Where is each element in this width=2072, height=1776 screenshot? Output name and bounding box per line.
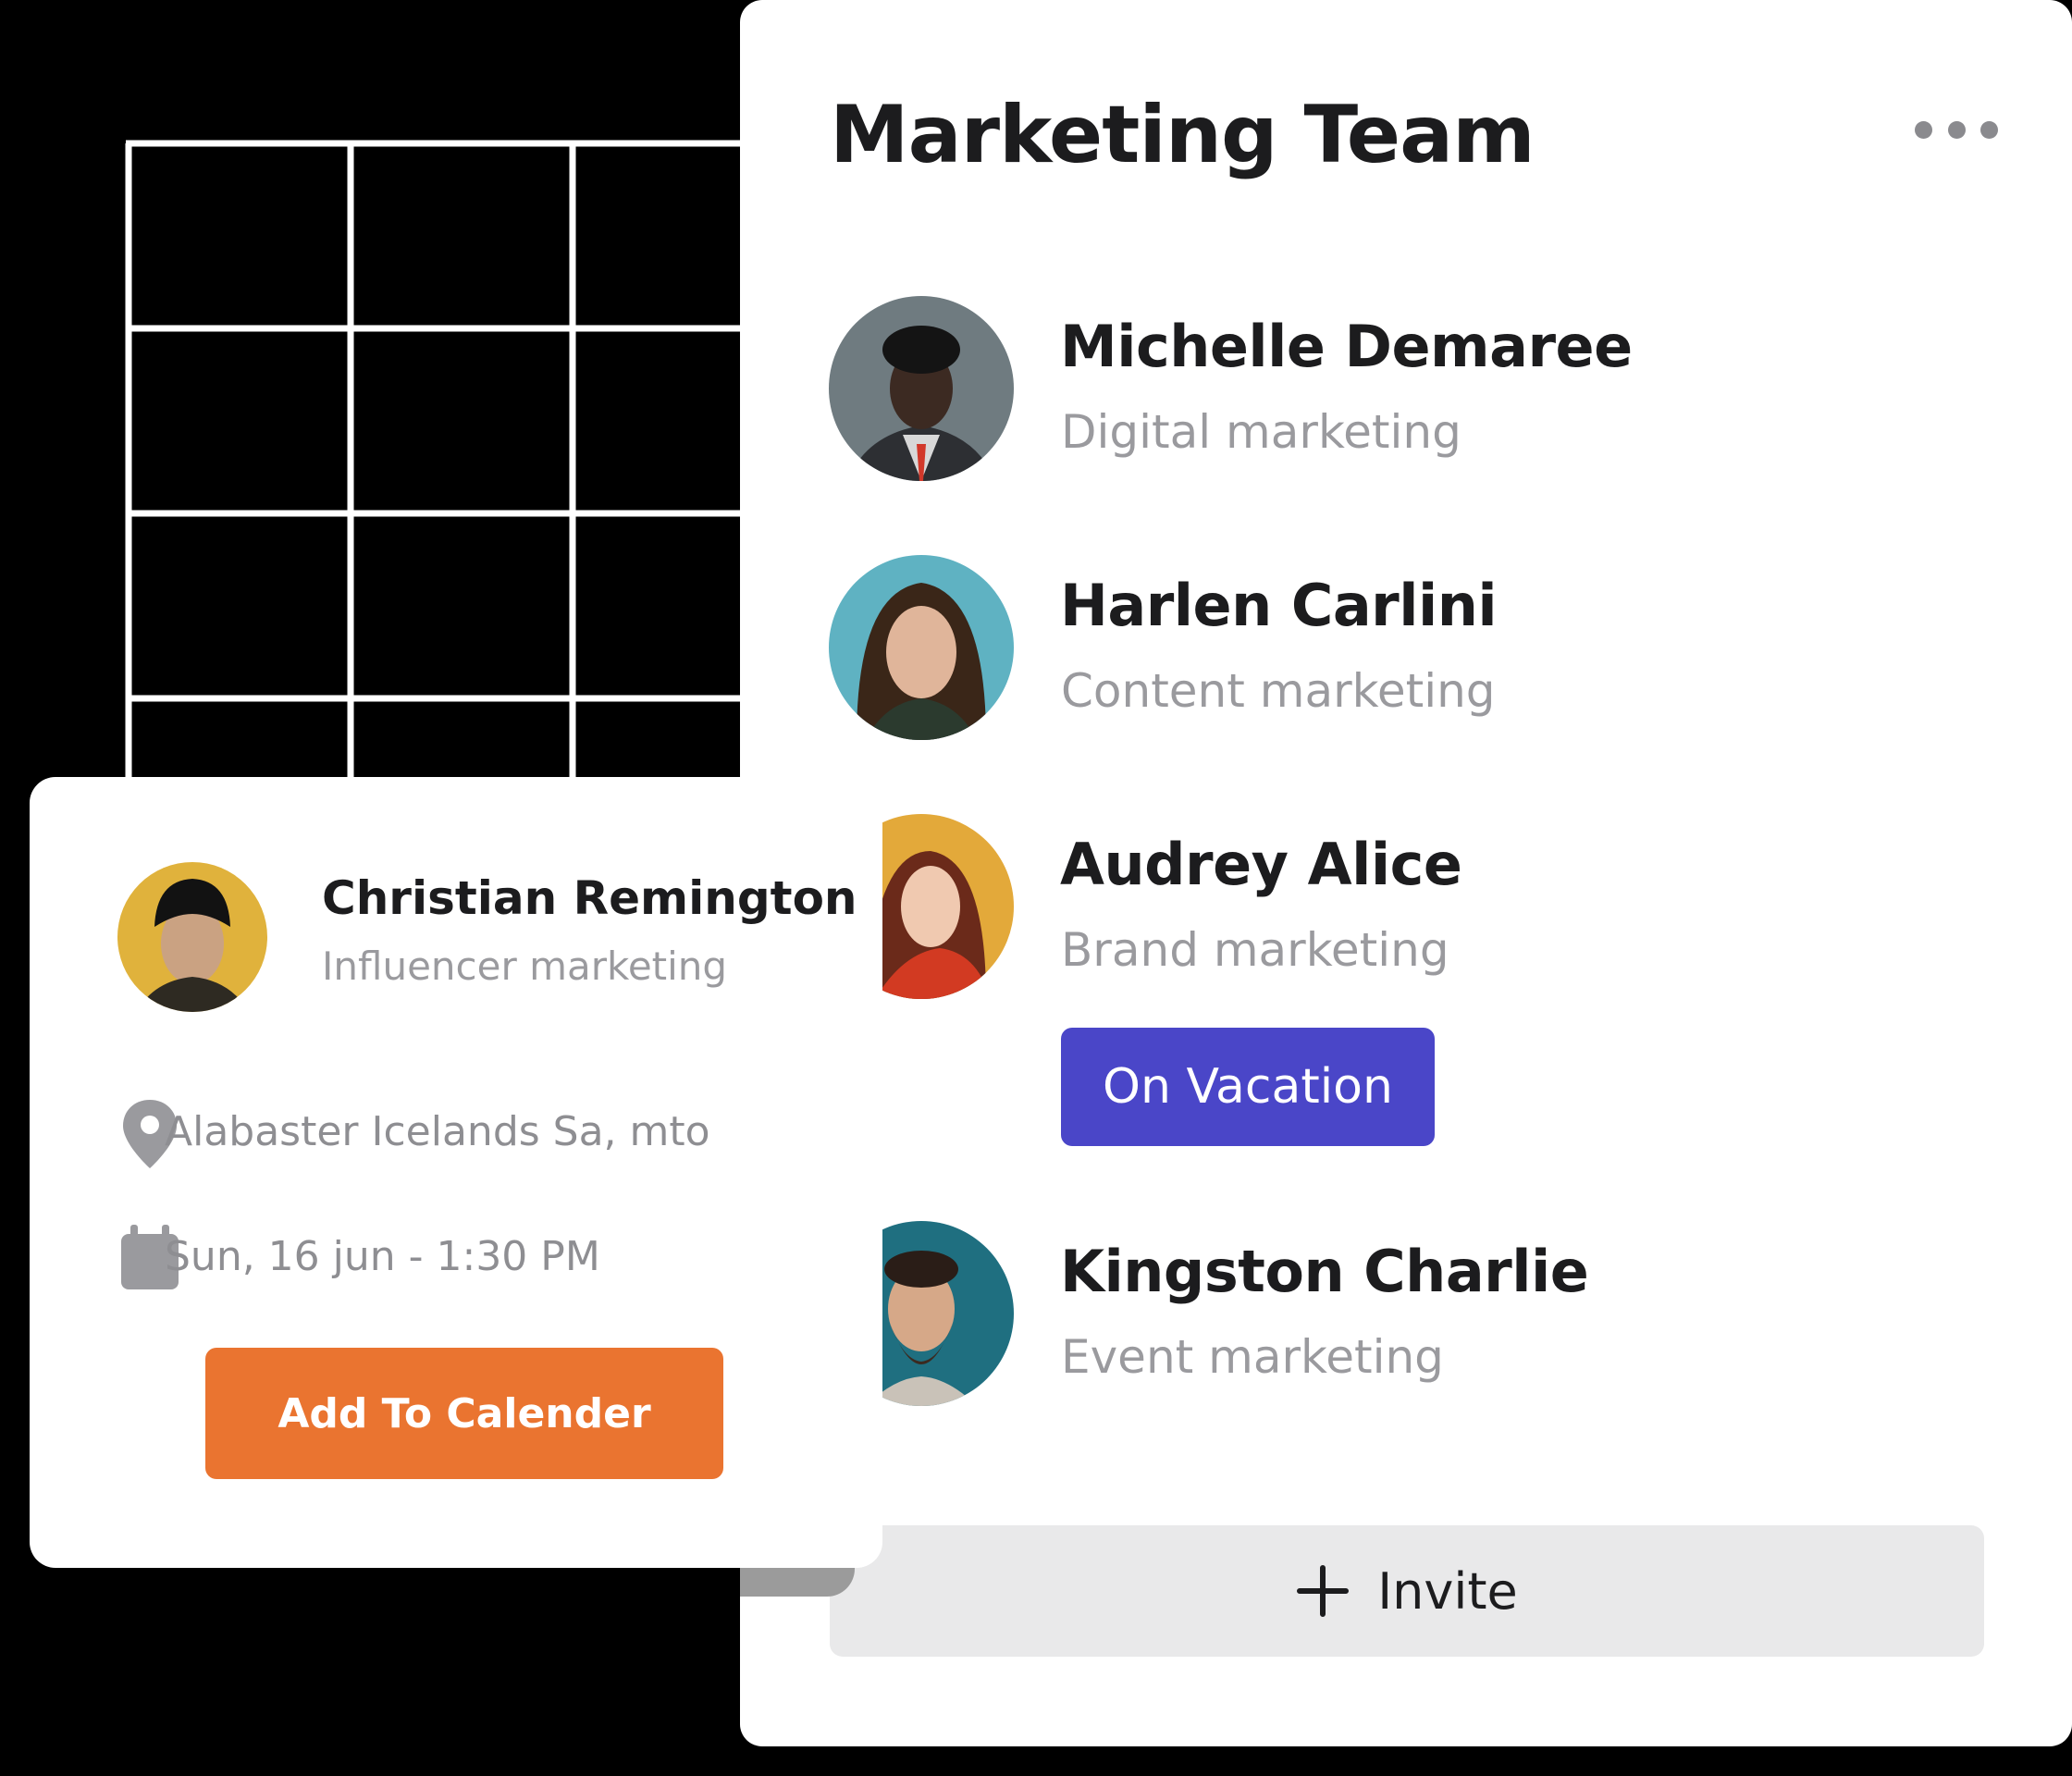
status-badge: On Vacation	[1061, 1028, 1435, 1146]
member-row[interactable]: Audrey Alice Brand marketing	[740, 814, 2072, 1018]
avatar	[829, 555, 1014, 740]
member-row[interactable]: Harlen Carlini Content marketing	[740, 555, 2072, 758]
member-role: Brand marketing	[1061, 923, 1449, 977]
plus-icon	[1297, 1565, 1350, 1617]
invite-label: Invite	[1377, 1561, 1518, 1621]
member-role: Event marketing	[1061, 1330, 1444, 1384]
member-name: Harlen Carlini	[1060, 572, 1498, 639]
team-panel: Marketing Team Michelle Demaree Digital …	[740, 0, 2072, 1746]
event-person-name: Christian Remington	[322, 871, 857, 925]
member-role: Content marketing	[1061, 664, 1496, 718]
event-card: Christian Remington Influencer marketing…	[30, 777, 882, 1568]
datetime-text: Sun, 16 jun - 1:30 PM	[165, 1233, 600, 1280]
member-row[interactable]: Michelle Demaree Digital marketing	[740, 296, 2072, 500]
member-name: Kingston Charlie	[1060, 1238, 1589, 1305]
member-name: Michelle Demaree	[1060, 313, 1633, 380]
invite-button[interactable]: Invite	[830, 1525, 1984, 1657]
member-row[interactable]: Kingston Charlie Event marketing	[740, 1221, 2072, 1424]
location-text: Alabaster Icelands Sa, mto	[165, 1108, 710, 1155]
team-title: Marketing Team	[830, 89, 1536, 181]
more-options-icon[interactable]	[1915, 111, 1998, 148]
event-person-role: Influencer marketing	[322, 944, 728, 989]
avatar	[117, 862, 267, 1012]
member-name: Audrey Alice	[1060, 831, 1462, 898]
avatar	[829, 296, 1014, 481]
add-to-calendar-button[interactable]: Add To Calender	[205, 1348, 723, 1479]
member-role: Digital marketing	[1061, 405, 1462, 459]
